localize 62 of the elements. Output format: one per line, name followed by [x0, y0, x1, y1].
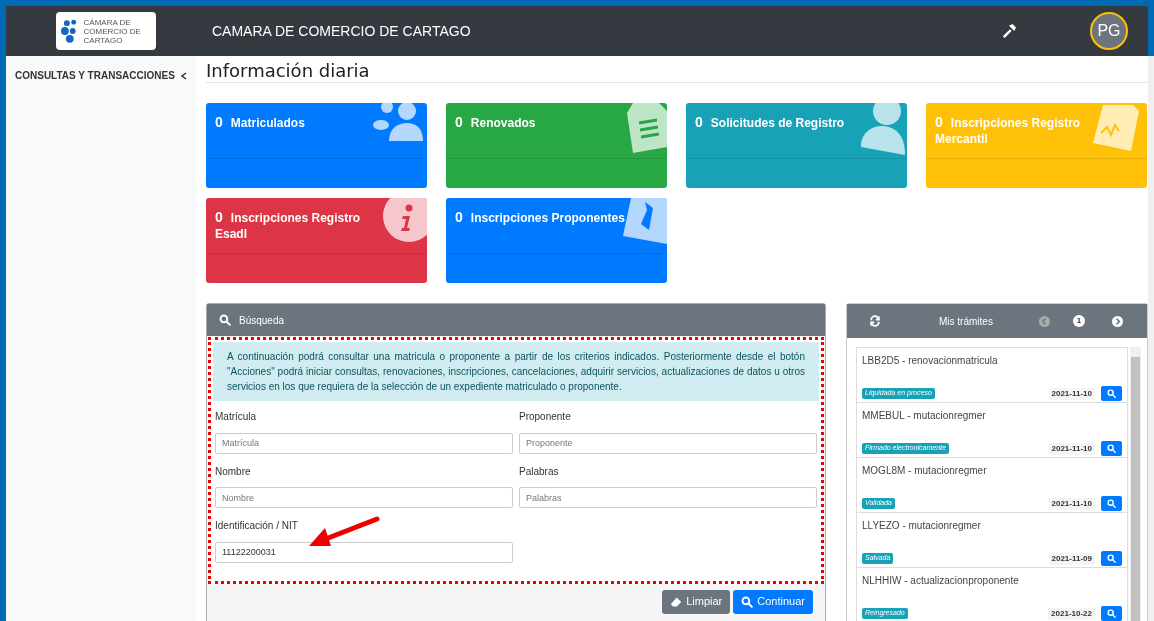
field-label: Matrícula	[215, 410, 258, 424]
stat-card[interactable]: 0 Inscripciones Proponentes	[446, 198, 667, 283]
tramite-title: MMEBUL - mutacionregmer	[862, 409, 987, 423]
view-button[interactable]	[1101, 496, 1122, 511]
date-label: 2021-11-09	[1048, 552, 1095, 565]
panel-title: Mis trámites	[939, 314, 993, 329]
card-label: 0 Matriculados	[215, 114, 306, 131]
hammer-icon[interactable]	[1002, 24, 1016, 38]
view-button[interactable]	[1101, 606, 1122, 621]
tramite-title: MOGL8M - mutacionregmer	[862, 464, 988, 478]
refresh-icon[interactable]	[869, 315, 881, 327]
search-icon	[1107, 499, 1116, 508]
stat-card[interactable]: 0 Renovados	[446, 103, 667, 188]
sidebar-item[interactable]: CONSULTAS Y TRANSACCIONES	[15, 68, 188, 83]
info-message: A continuación podrá consultar una matricula o proponente a partir de los criterios indicados. Posteriormente desde el botón "Acciones" podrá iniciar consultas, renovaciones, inscripciones, cancelaciones, adquirir servicios, actualizaciones de datos u otros servicios en los que requiera de la selección de un expediente matriculado o proponente.	[213, 342, 819, 401]
input-field[interactable]: Proponente	[519, 432, 817, 454]
search-icon	[219, 314, 231, 326]
view-button[interactable]	[1101, 551, 1122, 566]
card-label: 0 Inscripciones Registro Mercantil	[935, 114, 1082, 147]
user-icon	[859, 103, 907, 155]
app-title: CAMARA DE COMERCIO DE CARTAGO	[212, 21, 471, 41]
search-icon	[1107, 389, 1116, 398]
tramite-title: LLYEZO - mutacionregmer	[862, 519, 982, 533]
date-label: 2021-10-22	[1048, 607, 1095, 620]
page-number[interactable]: 1	[1072, 315, 1085, 327]
card-label: 0 Renovados	[455, 114, 537, 131]
card-label: 0 Inscripciones Registro Esadl	[215, 209, 362, 242]
input-field[interactable]: Matrícula	[215, 432, 513, 454]
next-page-icon[interactable]	[1111, 315, 1123, 327]
user-avatar[interactable]: PG	[1090, 12, 1128, 50]
field-label: Nombre	[215, 464, 252, 479]
stat-card[interactable]: 0 Solicitudes de Registro	[686, 103, 907, 188]
search-icon	[1107, 609, 1116, 618]
search-icon	[741, 595, 754, 608]
previous-page-icon[interactable]	[1038, 315, 1050, 327]
card-label: 0 Solicitudes de Registro	[695, 114, 846, 131]
eraser-icon	[670, 595, 683, 608]
panel-title: Búsqueda	[239, 313, 285, 328]
field-label: Palabras	[519, 464, 560, 479]
tramite-title: LBB2D5 - renovacionmatricula	[862, 354, 999, 368]
card-label: 0 Inscripciones Proponentes	[455, 209, 626, 226]
continue-button[interactable]: Continuar	[733, 589, 813, 614]
search-icon	[1107, 554, 1116, 563]
page-title: Información diaria	[206, 56, 1148, 83]
date-label: 2021-11-10	[1048, 442, 1095, 455]
view-button[interactable]	[1101, 386, 1122, 401]
chevron-icon[interactable]	[180, 71, 188, 80]
field-label: Identificación / NIT	[215, 519, 299, 533]
clear-button[interactable]: Limpiar	[662, 589, 731, 614]
info-icon	[381, 198, 427, 244]
view-button[interactable]	[1101, 441, 1122, 456]
input-field[interactable]: Nombre	[215, 487, 513, 508]
input-field[interactable]: Palabras	[519, 487, 817, 508]
stat-card[interactable]: 0 Inscripciones Registro Esadl	[206, 198, 427, 283]
date-label: 2021-11-10	[1048, 497, 1095, 510]
logo-text: CÁMARA DE COMERCIO DE CARTAGO	[83, 17, 142, 45]
date-label: 2021-11-10	[1048, 387, 1095, 400]
tramite-title: NLHHIW - actualizacionproponente	[862, 574, 1020, 588]
search-icon	[1107, 444, 1116, 453]
field-label: Proponente	[519, 410, 572, 424]
stat-card[interactable]: 0 Matriculados	[206, 103, 427, 188]
input-field[interactable]: 11122200031	[215, 541, 513, 563]
